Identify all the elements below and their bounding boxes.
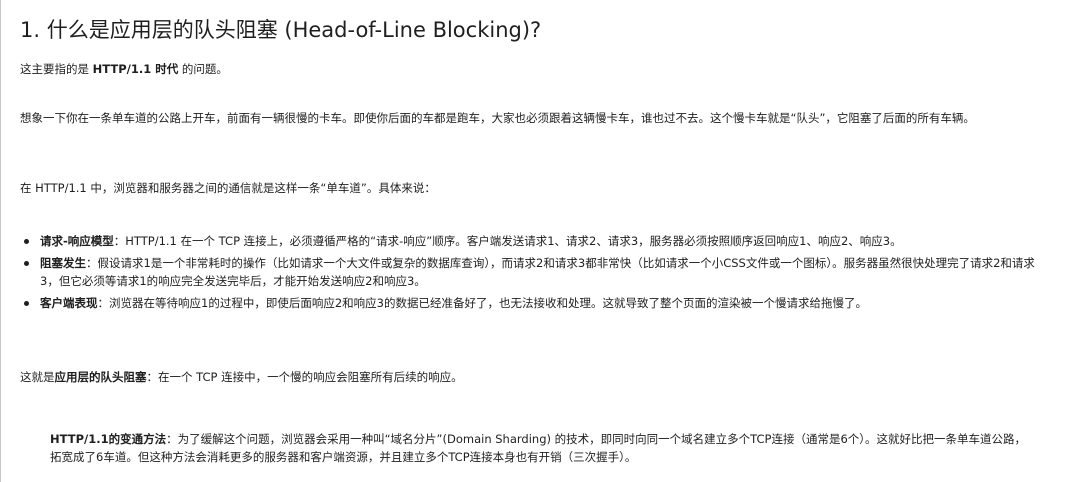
workaround-bold: HTTP/1.1的变通方法 bbox=[50, 432, 167, 446]
bullet-title: 阻塞发生 bbox=[40, 256, 86, 270]
summary-bold: 应用层的队头阻塞 bbox=[54, 370, 147, 384]
intro-prefix: 这主要指的是 bbox=[20, 62, 93, 76]
bullet-list: 请求-响应模型：HTTP/1.1 在一个 TCP 连接上，必须遵循严格的“请求-… bbox=[20, 232, 1052, 316]
bullet-text: ：假设请求1是一个非常耗时的操作（比如请求一个大文件或复杂的数据库查询），而请求… bbox=[40, 256, 1035, 288]
section-heading: 1. 什么是应用层的队头阻塞 (Head-of-Line Blocking)? bbox=[20, 18, 542, 42]
bullet-text: ：HTTP/1.1 在一个 TCP 连接上，必须遵循严格的“请求-响应”顺序。客… bbox=[113, 234, 902, 248]
workaround-text: ：为了缓解这个问题，浏览器会采用一种叫“域名分片”(Domain Shardin… bbox=[50, 432, 1027, 464]
bullet-title: 客户端表现 bbox=[40, 296, 98, 310]
list-item: 客户端表现：浏览器在等待响应1的过程中，即使后面响应2和响应3的数据已经准备好了… bbox=[20, 294, 1052, 312]
context-paragraph: 在 HTTP/1.1 中，浏览器和服务器之间的通信就是这样一条“单车道”。具体来… bbox=[20, 181, 436, 195]
bullet-text: ：浏览器在等待响应1的过程中，即使后面响应2和响应3的数据已经准备好了，也无法接… bbox=[97, 296, 867, 310]
summary-paragraph: 这就是应用层的队头阻塞：在一个 TCP 连接中，一个慢的响应会阻塞所有后续的响应… bbox=[20, 368, 1052, 386]
summary-suffix: ：在一个 TCP 连接中，一个慢的响应会阻塞所有后续的响应。 bbox=[146, 370, 463, 384]
analogy-paragraph: 想象一下你在一条单车道的公路上开车，前面有一辆很慢的卡车。即使你后面的车都是跑车… bbox=[20, 111, 975, 125]
intro-suffix: 的问题。 bbox=[178, 62, 228, 76]
list-item: 请求-响应模型：HTTP/1.1 在一个 TCP 连接上，必须遵循严格的“请求-… bbox=[20, 232, 1052, 250]
left-border bbox=[0, 0, 1, 482]
bullet-title: 请求-响应模型 bbox=[40, 234, 114, 248]
workaround-note: HTTP/1.1的变通方法：为了缓解这个问题，浏览器会采用一种叫“域名分片”(D… bbox=[50, 430, 1030, 466]
intro-paragraph: 这主要指的是 HTTP/1.1 时代 的问题。 bbox=[20, 60, 1052, 78]
summary-prefix: 这就是 bbox=[20, 370, 55, 384]
document-page: 1. 什么是应用层的队头阻塞 (Head-of-Line Blocking)? … bbox=[0, 0, 1070, 482]
intro-bold: HTTP/1.1 时代 bbox=[92, 62, 179, 76]
list-item: 阻塞发生：假设请求1是一个非常耗时的操作（比如请求一个大文件或复杂的数据库查询）… bbox=[20, 254, 1052, 290]
